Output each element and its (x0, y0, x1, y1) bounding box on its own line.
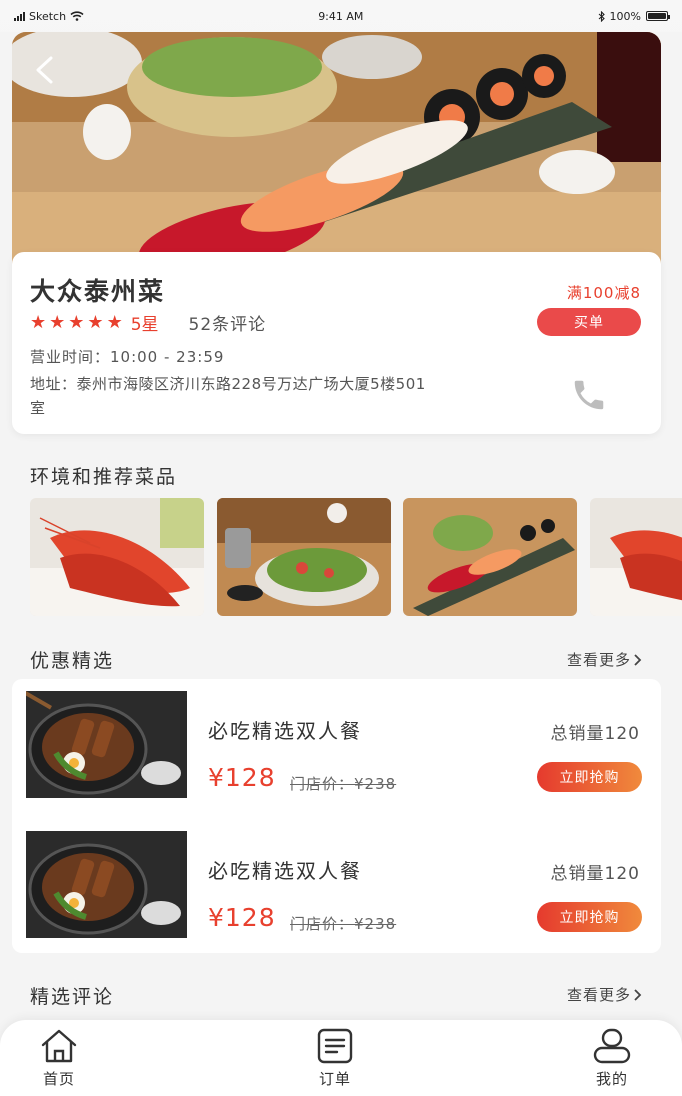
deal-title: 必吃精选双人餐 (208, 719, 362, 743)
reviews-title: 精选评论 (30, 986, 115, 1008)
chevron-right-icon (634, 653, 642, 666)
deal-original-price: 门店价：¥238 (290, 775, 397, 793)
phone-icon (574, 380, 604, 410)
tab-orders[interactable]: 订单 (295, 1028, 375, 1089)
deals-title: 优惠精选 (30, 650, 115, 672)
rating-text: 5星 (130, 315, 159, 335)
order-icon (317, 1028, 353, 1064)
reviews-see-more[interactable]: 查看更多 (567, 984, 642, 1005)
hero-image (12, 32, 661, 282)
shop-info-card: 大众泰州菜 ★ ★ ★ ★ ★ 5星 52条评论 营业时间：10:00 - 23:59 … (12, 252, 661, 434)
star-icon: ★ (30, 311, 47, 333)
grab-deal-button[interactable]: 立即抢购 (537, 762, 642, 792)
signal-icon (14, 11, 25, 21)
star-icon: ★ (106, 311, 123, 333)
deal-item[interactable]: 必吃精选双人餐 ¥128 门店价：¥238 总销量120 立即抢购 (12, 831, 661, 939)
shop-name: 大众泰州菜 (30, 277, 166, 306)
tab-profile-label: 我的 (595, 1070, 628, 1088)
tab-profile[interactable]: 我的 (572, 1028, 652, 1089)
bluetooth-icon (598, 10, 605, 22)
status-time: 9:41 AM (318, 9, 364, 23)
gallery-strip[interactable] (30, 498, 682, 616)
deal-image (26, 831, 187, 938)
deals-see-more-label: 查看更多 (566, 651, 631, 669)
status-right: 100% (598, 9, 670, 23)
buy-button[interactable]: 买单 (537, 308, 641, 336)
tab-bar: 首页 订单 我的 (0, 1020, 682, 1096)
deal-image (26, 691, 187, 798)
deal-original-price: 门店价：¥238 (290, 915, 397, 933)
tab-orders-label: 订单 (318, 1070, 351, 1088)
phone-button[interactable] (570, 376, 608, 414)
deal-price: ¥128 (208, 903, 276, 932)
rating-row: ★ ★ ★ ★ ★ 5星 52条评论 (30, 310, 266, 335)
battery-icon (645, 11, 670, 21)
grab-deal-button[interactable]: 立即抢购 (537, 902, 642, 932)
home-icon (41, 1029, 77, 1063)
back-button[interactable] (22, 48, 66, 92)
promo-badge: 满100减8 (566, 284, 641, 302)
deal-price: ¥128 (208, 763, 276, 792)
deal-title: 必吃精选双人餐 (208, 859, 362, 883)
star-icon: ★ (87, 311, 104, 333)
status-bar: Sketch 9:41 AM 100% (0, 0, 682, 32)
profile-icon (593, 1028, 631, 1064)
gallery-photo-sushi[interactable] (403, 498, 577, 616)
gallery-photo-shrimp-2[interactable] (590, 498, 682, 616)
status-left: Sketch (14, 10, 84, 23)
deal-sales: 总销量120 (550, 724, 640, 744)
shop-address: 地址：泰州市海陵区济川东路228号万达广场大厦5楼501室 (30, 375, 426, 417)
wifi-icon (70, 11, 84, 21)
review-count[interactable]: 52条评论 (189, 310, 267, 335)
carrier-label: Sketch (29, 9, 67, 23)
chevron-right-icon (634, 988, 642, 1001)
tab-home[interactable]: 首页 (19, 1028, 99, 1089)
chevron-left-icon (36, 56, 53, 84)
star-rating: ★ ★ ★ ★ ★ (30, 311, 123, 333)
deals-see-more[interactable]: 查看更多 (567, 649, 642, 670)
gallery-title: 环境和推荐菜品 (30, 466, 178, 488)
business-hours: 营业时间：10:00 - 23:59 (30, 348, 225, 366)
deals-card: 必吃精选双人餐 ¥128 门店价：¥238 总销量120 立即抢购 必吃精选双人… (12, 679, 661, 953)
star-icon: ★ (68, 311, 85, 333)
tab-home-label: 首页 (42, 1070, 75, 1088)
deal-item[interactable]: 必吃精选双人餐 ¥128 门店价：¥238 总销量120 立即抢购 (12, 691, 661, 799)
gallery-photo-shrimp[interactable] (30, 498, 204, 616)
star-icon: ★ (49, 311, 66, 333)
battery-label: 100% (609, 9, 641, 23)
gallery-photo-salad[interactable] (217, 498, 391, 616)
reviews-see-more-label: 查看更多 (566, 986, 631, 1004)
deal-sales: 总销量120 (550, 864, 640, 884)
